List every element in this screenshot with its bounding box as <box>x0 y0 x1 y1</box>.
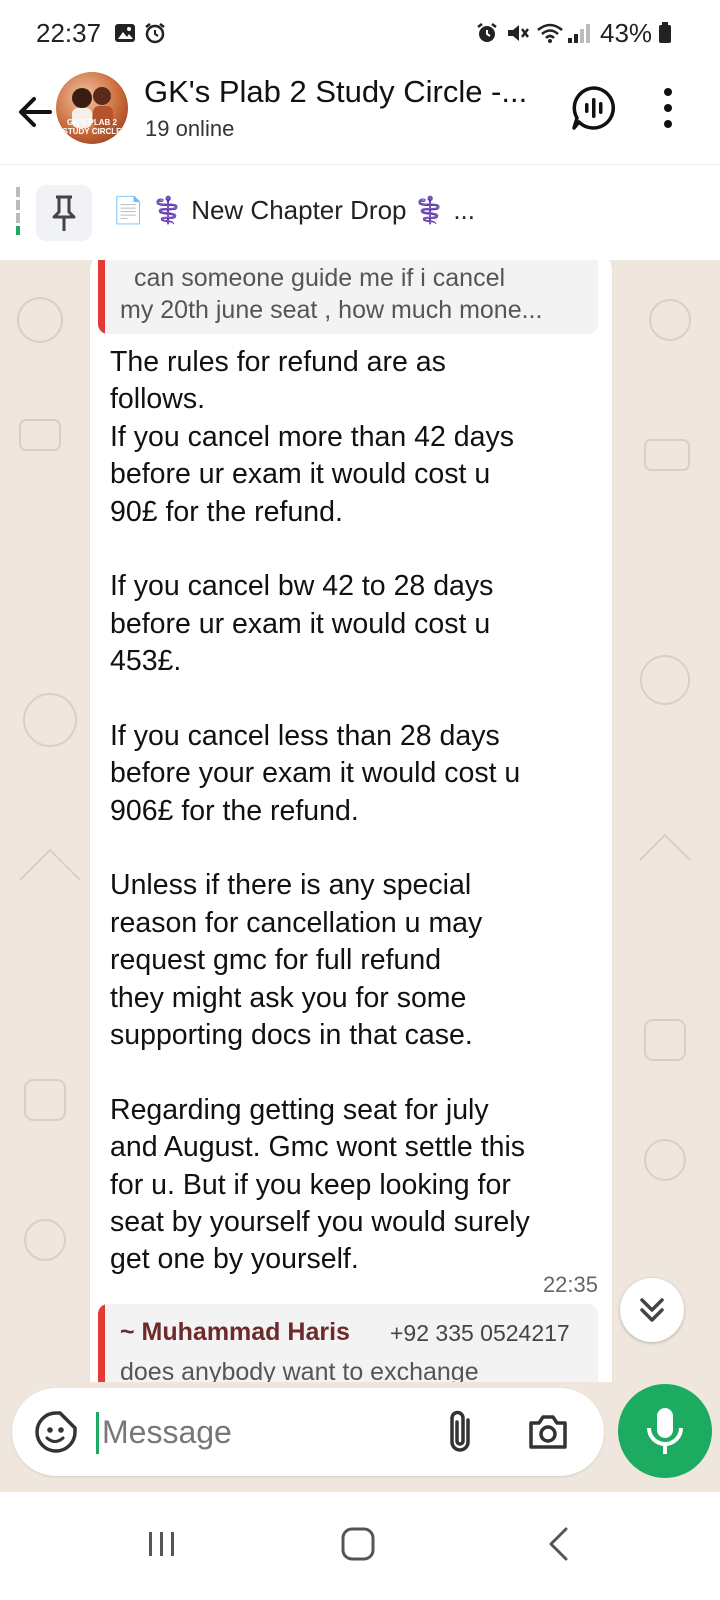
pinned-message-text: 📄 ⚕️ New Chapter Drop ⚕️ ... <box>112 195 475 225</box>
gallery-icon <box>115 24 135 42</box>
double-chevron-down-icon <box>640 1298 664 1322</box>
message-line: request gmc for full refund <box>110 944 442 977</box>
camera-icon[interactable] <box>526 1410 570 1454</box>
status-time: 22:37 <box>36 18 102 48</box>
pin-icon <box>52 195 76 231</box>
quote-author-phone: +92 335 0524217 <box>390 1320 570 1346</box>
pinned-indicator <box>16 187 20 235</box>
battery-icon <box>659 22 671 43</box>
scroll-to-bottom-button[interactable] <box>620 1278 684 1342</box>
message-text: The rules for refund are as follows. If … <box>110 344 590 1279</box>
sticker-icon[interactable] <box>32 1408 80 1456</box>
message-line: seat by yourself you would surely <box>110 1205 530 1238</box>
message-line: Unless if there is any special <box>110 869 472 902</box>
system-nav-bar <box>0 1492 720 1600</box>
mic-icon <box>647 1408 683 1454</box>
message-line: for u. But if you keep looking for <box>110 1168 511 1201</box>
message-line <box>110 1054 590 1091</box>
pin-button[interactable] <box>36 185 92 241</box>
message-line: If you cancel less than 28 days <box>110 719 500 752</box>
back-icon[interactable] <box>546 1526 570 1562</box>
group-avatar[interactable]: GK'S PLAB 2 STUDY CIRCLE <box>56 72 128 144</box>
mic-button[interactable] <box>618 1384 712 1478</box>
message-line: before ur exam it would cost u <box>110 458 491 491</box>
text-caret <box>96 1412 99 1454</box>
attach-icon[interactable] <box>442 1408 478 1456</box>
message-bubble[interactable]: can someone guide me if i cancel my 20th… <box>90 260 612 1382</box>
message-line: If you cancel bw 42 to 28 days <box>110 570 494 603</box>
message-composer[interactable] <box>12 1388 604 1476</box>
recent-apps-icon[interactable] <box>146 1528 178 1560</box>
chat-area[interactable]: can someone guide me if i cancel my 20th… <box>0 260 720 1382</box>
wifi-icon <box>537 23 563 43</box>
quoted-message[interactable]: can someone guide me if i cancel my 20th… <box>98 260 598 334</box>
quote-author: ~ Muhammad Haris <box>120 1318 350 1346</box>
composer-bar <box>0 1382 720 1492</box>
message-line: 906£ for the refund. <box>110 794 359 827</box>
message-line: 453£. <box>110 645 182 678</box>
message-line: and August. Gmc wont settle this <box>110 1131 526 1164</box>
battery-percent: 43% <box>600 18 653 48</box>
back-arrow-icon[interactable] <box>12 88 60 136</box>
message-line: before your exam it would cost u <box>110 757 521 790</box>
message-line <box>110 830 590 867</box>
alarm-icon <box>477 23 497 42</box>
message-line: they might ask you for some <box>110 981 467 1014</box>
message-line: get one by yourself. <box>110 1243 359 1276</box>
home-icon[interactable] <box>340 1526 376 1562</box>
quote-text-line: can someone guide me if i cancel <box>134 264 506 292</box>
quote-accent-bar <box>98 1304 105 1382</box>
status-bar: 22:37 43% <box>0 0 720 64</box>
online-count: 19 online <box>145 116 235 141</box>
quote-text-line: my 20th june seat , how much mone... <box>120 296 543 324</box>
avatar-text: GK'S PLAB 2 STUDY CIRCLE <box>62 118 122 136</box>
message-line: Regarding getting seat for july <box>110 1093 489 1126</box>
message-line: The rules for refund are as <box>110 346 446 378</box>
mute-icon <box>508 25 529 41</box>
message-line <box>110 531 590 568</box>
message-line: 90£ for the refund. <box>110 495 343 528</box>
quote-accent-bar <box>98 260 105 334</box>
pinned-message-bar[interactable]: 📄 ⚕️ New Chapter Drop ⚕️ ... <box>0 164 720 262</box>
message-bubble[interactable]: ~ Muhammad Haris +92 335 0524217 does an… <box>90 1294 612 1382</box>
quote-text-line: does anybody want to exchange <box>120 1358 479 1382</box>
quoted-message[interactable]: ~ Muhammad Haris +92 335 0524217 does an… <box>98 1304 598 1382</box>
message-line: reason for cancellation u may <box>110 906 483 939</box>
chat-title[interactable]: GK's Plab 2 Study Circle -... <box>144 74 527 110</box>
message-line: before ur exam it would cost u <box>110 607 491 640</box>
message-line: follows. <box>110 383 206 416</box>
signal-icon <box>568 24 590 43</box>
message-input[interactable] <box>102 1410 432 1454</box>
message-line: If you cancel more than 42 days <box>110 420 514 453</box>
voice-chat-icon[interactable] <box>570 84 618 132</box>
alarm-icon <box>145 23 165 44</box>
message-line: supporting docs in that case. <box>110 1019 473 1052</box>
more-vert-icon[interactable] <box>660 86 676 130</box>
chat-header: GK'S PLAB 2 STUDY CIRCLE GK's Plab 2 Stu… <box>0 64 720 164</box>
message-line <box>110 681 590 718</box>
